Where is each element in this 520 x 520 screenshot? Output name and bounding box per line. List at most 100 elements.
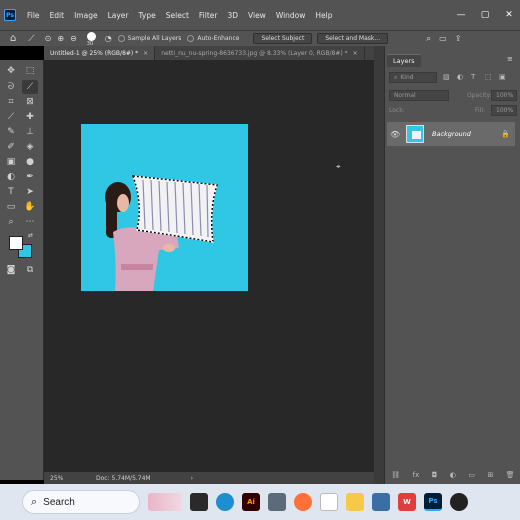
menu-filter[interactable]: Filter bbox=[194, 11, 223, 20]
rectangle-tool-icon[interactable]: ▭ bbox=[3, 200, 19, 214]
search-icon[interactable]: ⌕ bbox=[426, 34, 431, 44]
task-view-icon[interactable] bbox=[190, 493, 208, 511]
panel-menu-icon[interactable]: ≡ bbox=[507, 55, 513, 63]
new-group-icon[interactable]: ▭ bbox=[468, 471, 475, 479]
file-explorer-icon[interactable] bbox=[346, 493, 364, 511]
menu-window[interactable]: Window bbox=[271, 11, 311, 20]
select-and-mask-button[interactable]: Select and Mask... bbox=[317, 33, 389, 44]
move-tool-icon[interactable]: ✥ bbox=[3, 64, 19, 78]
eyedropper-tool-icon[interactable]: ⟋ bbox=[3, 110, 19, 124]
dodge-tool-icon[interactable]: ◐ bbox=[3, 170, 19, 184]
brush-settings-icon[interactable]: ◔ bbox=[105, 34, 112, 43]
screen-mode-icon[interactable]: ⧉ bbox=[22, 263, 38, 277]
menu-file[interactable]: File bbox=[22, 11, 45, 20]
photoshop-taskbar-icon[interactable]: Ps bbox=[424, 493, 442, 511]
opacity-field[interactable]: 100% bbox=[491, 90, 517, 101]
calculator-icon[interactable] bbox=[268, 493, 286, 511]
search-highlight-icon[interactable] bbox=[148, 493, 182, 511]
menu-help[interactable]: Help bbox=[310, 11, 337, 20]
thumbnail-pillow bbox=[412, 131, 421, 139]
clone-stamp-tool-icon[interactable]: ⊥ bbox=[22, 125, 38, 139]
auto-enhance-checkbox[interactable]: Auto-Enhance bbox=[187, 35, 239, 42]
add-to-selection-icon[interactable]: ⊕ bbox=[57, 34, 64, 43]
menu-layer[interactable]: Layer bbox=[103, 11, 134, 20]
brush-preset-picker[interactable]: 30 bbox=[85, 31, 99, 47]
path-selection-tool-icon[interactable]: ➤ bbox=[22, 185, 38, 199]
close-icon[interactable]: × bbox=[143, 50, 148, 57]
type-tool-icon[interactable]: T bbox=[3, 185, 19, 199]
history-brush-tool-icon[interactable]: ✐ bbox=[3, 140, 19, 154]
vertical-scrollbar[interactable] bbox=[374, 46, 384, 484]
quick-selection-tool-icon[interactable]: ⟋ bbox=[28, 34, 34, 44]
maximize-button[interactable]: ▢ bbox=[474, 0, 496, 30]
media-player-icon[interactable] bbox=[450, 493, 468, 511]
taskbar-search[interactable]: ⌕ Search bbox=[22, 490, 140, 514]
lock-icon[interactable]: 🔒 bbox=[501, 130, 510, 138]
menu-select[interactable]: Select bbox=[161, 11, 194, 20]
layer-filter-kind[interactable]: ⌕ Kind bbox=[389, 72, 437, 83]
document-icon[interactable] bbox=[320, 493, 338, 511]
link-layers-icon[interactable]: ⛓ bbox=[391, 471, 400, 479]
illustrator-icon[interactable]: Ai bbox=[242, 493, 260, 511]
menu-3d[interactable]: 3D bbox=[222, 11, 243, 20]
tab-layers[interactable]: Layers bbox=[387, 54, 421, 67]
filter-adjustment-icon[interactable]: ◐ bbox=[457, 73, 463, 81]
document-canvas[interactable] bbox=[81, 124, 248, 291]
frame-tool-icon[interactable]: ⊠ bbox=[22, 95, 38, 109]
layer-row-background[interactable]: 👁 Background 🔒 bbox=[387, 122, 515, 146]
wps-icon[interactable]: W bbox=[398, 493, 416, 511]
tab-spring-photo[interactable]: netti_nu_nu-spring-8636733.jpg @ 8.33% (… bbox=[155, 46, 365, 60]
fill-field[interactable]: 100% bbox=[491, 105, 517, 116]
sample-all-layers-label: Sample All Layers bbox=[127, 35, 182, 42]
eye-icon[interactable]: 👁 bbox=[390, 130, 404, 139]
share-icon[interactable]: ⇪ bbox=[455, 34, 462, 43]
swap-colors-icon[interactable]: ⇄ bbox=[28, 232, 33, 239]
pen-tool-icon[interactable]: ✒ bbox=[22, 170, 38, 184]
adjustment-layer-icon[interactable]: ◐ bbox=[450, 471, 456, 479]
firefox-icon[interactable] bbox=[294, 493, 312, 511]
home-icon[interactable]: ⌂ bbox=[10, 33, 16, 44]
layer-name[interactable]: Background bbox=[432, 130, 471, 138]
brush-tool-icon[interactable]: ✎ bbox=[3, 125, 19, 139]
lasso-tool-icon[interactable]: ᘐ bbox=[3, 80, 19, 94]
filter-shape-icon[interactable]: ⬚ bbox=[485, 73, 492, 81]
menu-view[interactable]: View bbox=[243, 11, 271, 20]
menu-type[interactable]: Type bbox=[134, 11, 161, 20]
marquee-tool-icon[interactable]: ⬚ bbox=[22, 64, 38, 78]
healing-brush-tool-icon[interactable]: ✚ bbox=[22, 110, 38, 124]
new-layer-icon[interactable]: ⊞ bbox=[487, 471, 493, 479]
close-window-button[interactable]: ✕ bbox=[498, 0, 520, 30]
hand-tool-icon[interactable]: ✋ bbox=[22, 200, 38, 214]
photos-icon[interactable] bbox=[372, 493, 390, 511]
delete-layer-icon[interactable]: 🗑 bbox=[506, 471, 515, 479]
zoom-tool-icon[interactable]: ⌕ bbox=[3, 215, 19, 229]
filter-pixel-icon[interactable]: ▨ bbox=[443, 73, 450, 81]
more-tools-icon[interactable]: ⋯ bbox=[22, 215, 38, 229]
filter-type-icon[interactable]: T bbox=[471, 73, 475, 81]
close-icon[interactable]: × bbox=[353, 50, 358, 57]
foreground-color-swatch[interactable] bbox=[9, 236, 23, 250]
new-selection-icon[interactable]: ⊙ bbox=[45, 34, 52, 43]
sample-all-layers-checkbox[interactable]: Sample All Layers bbox=[117, 35, 182, 42]
workspace-icon[interactable]: ▭ bbox=[439, 34, 447, 43]
tools-panel: ✥ ⬚ ᘐ ⟋ ⌗ ⊠ ⟋ ✚ ✎ ⊥ ✐ ◈ ▣ ● ◐ ✒ T ➤ ▭ ✋ … bbox=[0, 60, 44, 480]
crop-tool-icon[interactable]: ⌗ bbox=[3, 95, 19, 109]
eraser-tool-icon[interactable]: ◈ bbox=[22, 140, 38, 154]
layer-style-icon[interactable]: fx bbox=[413, 471, 420, 479]
add-mask-icon[interactable]: ◘ bbox=[432, 471, 438, 479]
zoom-level[interactable]: 25% bbox=[50, 475, 82, 482]
tab-untitled-1[interactable]: Untitled-1 @ 25% (RGB/8#) * × bbox=[44, 46, 156, 60]
filter-smart-object-icon[interactable]: ▣ bbox=[499, 73, 506, 81]
minimize-button[interactable]: — bbox=[450, 0, 472, 30]
blur-tool-icon[interactable]: ● bbox=[22, 155, 38, 169]
menu-edit[interactable]: Edit bbox=[45, 11, 70, 20]
subtract-from-selection-icon[interactable]: ⊖ bbox=[70, 34, 77, 43]
gradient-tool-icon[interactable]: ▣ bbox=[3, 155, 19, 169]
blend-mode-select[interactable]: Normal bbox=[389, 90, 449, 101]
quick-selection-tool-icon[interactable]: ⟋ bbox=[22, 80, 38, 94]
select-subject-button[interactable]: Select Subject bbox=[253, 33, 313, 44]
menu-image[interactable]: Image bbox=[69, 11, 103, 20]
quick-mask-icon[interactable]: ◙ bbox=[3, 263, 19, 277]
edge-icon[interactable] bbox=[216, 493, 234, 511]
status-arrow-icon[interactable]: › bbox=[191, 475, 193, 482]
